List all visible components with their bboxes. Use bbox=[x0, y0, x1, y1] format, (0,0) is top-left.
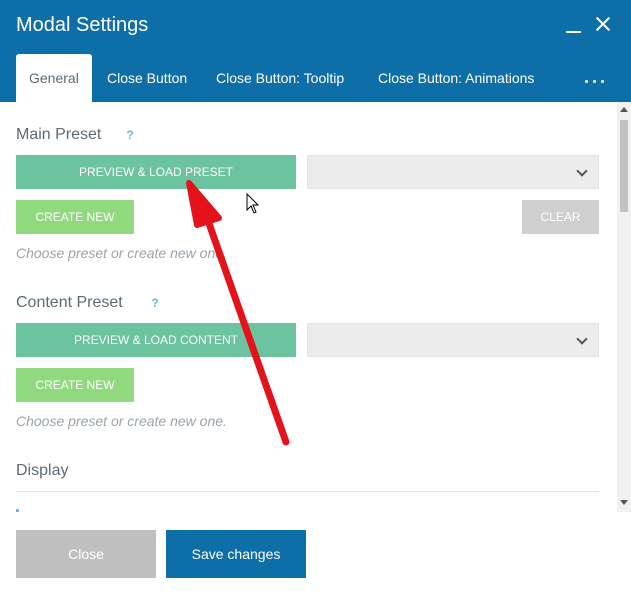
scroll-up-icon[interactable] bbox=[620, 107, 628, 112]
more-horizontal-icon[interactable] bbox=[582, 73, 608, 85]
content-scrollbar[interactable] bbox=[617, 102, 631, 512]
tab-close-button-tooltip[interactable]: Close Button: Tooltip bbox=[216, 54, 344, 102]
create-new-preset-button[interactable]: CREATE NEW bbox=[16, 200, 134, 234]
chevron-down-icon bbox=[576, 333, 588, 345]
minimize-icon[interactable] bbox=[563, 12, 585, 36]
content-preset-hint: Choose preset or create new one. bbox=[16, 413, 227, 429]
modal-footer: Close Save changes bbox=[0, 512, 631, 595]
clear-preset-button[interactable]: CLEAR bbox=[522, 200, 599, 234]
modal-title: Modal Settings bbox=[16, 14, 149, 36]
settings-content: Main Preset ? PREVIEW & LOAD PRESET CREA… bbox=[0, 102, 617, 512]
content-preset-select[interactable] bbox=[307, 323, 599, 357]
create-new-content-button[interactable]: CREATE NEW bbox=[16, 368, 134, 402]
chevron-down-icon bbox=[576, 165, 588, 177]
main-preset-hint: Choose preset or create new one. bbox=[16, 245, 227, 261]
tab-close-button-animations[interactable]: Close Button: Animations bbox=[378, 54, 534, 102]
scroll-thumb[interactable] bbox=[620, 120, 628, 212]
preview-load-preset-button[interactable]: PREVIEW & LOAD PRESET bbox=[16, 155, 296, 189]
close-button[interactable]: Close bbox=[16, 530, 156, 578]
tab-close-button[interactable]: Close Button bbox=[107, 54, 187, 102]
scroll-down-icon[interactable] bbox=[620, 500, 628, 505]
divider bbox=[16, 491, 599, 492]
main-preset-title: Main Preset bbox=[16, 126, 102, 143]
help-icon[interactable]: ? bbox=[123, 128, 137, 142]
mouse-cursor-icon bbox=[246, 193, 260, 214]
modal-header: Modal Settings General Close Button Clos… bbox=[0, 0, 631, 102]
main-preset-select[interactable] bbox=[307, 155, 599, 189]
save-changes-button[interactable]: Save changes bbox=[166, 530, 306, 578]
help-icon[interactable]: ? bbox=[148, 296, 162, 310]
display-title: Display bbox=[16, 462, 69, 479]
close-icon[interactable] bbox=[592, 12, 614, 36]
content-preset-title: Content Preset bbox=[16, 294, 123, 311]
tab-general[interactable]: General bbox=[16, 54, 92, 102]
preview-load-content-button[interactable]: PREVIEW & LOAD CONTENT bbox=[16, 323, 296, 357]
